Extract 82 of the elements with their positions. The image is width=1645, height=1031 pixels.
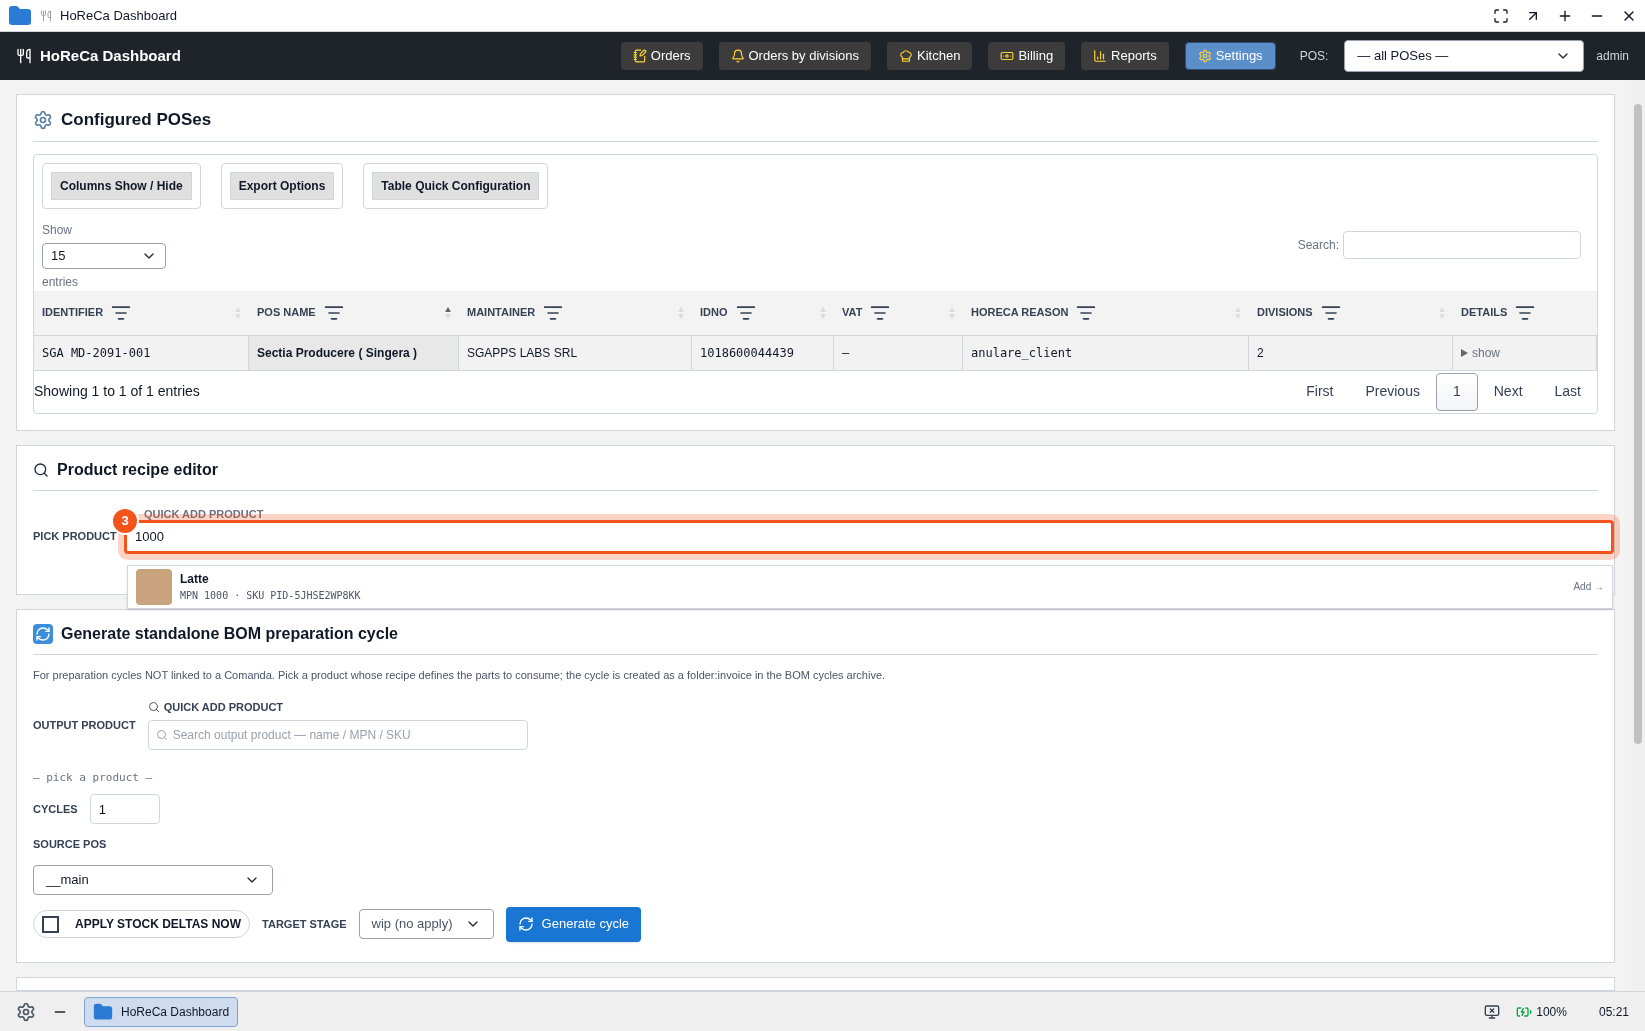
field-label: OUTPUT PRODUCT [33,718,136,733]
fullscreen-icon[interactable] [1493,7,1509,24]
column-header[interactable]: DETAILS [1453,290,1597,335]
nav-button[interactable]: Orders by divisions [718,42,872,70]
refresh-icon [33,623,53,644]
settings-icon[interactable] [16,1001,36,1022]
utensils-icon [16,48,32,64]
toolbar-button[interactable]: Table Quick Configuration [372,171,540,200]
table-cell: 1018600044439 [692,335,834,370]
nav-button[interactable]: Billing [988,42,1066,70]
bell-icon [730,49,745,63]
picked-product-text: — pick a product — [33,769,154,786]
toolbar-button[interactable]: Columns Show / Hide [51,171,192,200]
clock[interactable]: 05:21 [1598,1002,1629,1021]
pos-label: POS: [1299,48,1329,65]
nav-button[interactable]: Kitchen [887,42,973,70]
battery-level: 100% [1536,1003,1567,1021]
toolbar-button[interactable]: Export Options [229,171,335,200]
user-label[interactable]: admin [1596,47,1629,65]
column-header[interactable]: IDENTIFIER [34,290,249,335]
field-label: SOURCE POS [33,837,108,852]
refresh-icon [517,916,534,932]
table-info: Showing 1 to 1 of 1 entries [34,382,200,401]
chef-icon [899,49,914,63]
field-label: CYCLES [33,801,78,817]
entries-label: entries [42,273,80,291]
generate-cycle-button[interactable]: Generate cycle [505,906,641,942]
pos-select[interactable]: — all POSes — [1344,40,1585,72]
folder-icon [8,3,32,28]
window-title: HoReCa Dashboard [60,6,178,25]
nav-button[interactable]: Orders [620,42,703,70]
pagination-button[interactable]: Previous [1349,372,1436,411]
search-label: Search: [1297,236,1339,254]
column-header[interactable]: HORECA REASON [963,290,1249,335]
entries-select[interactable]: 15 [42,242,166,269]
description-text: For preparation cycles NOT linked to a Comanda. Pick a product whose recipe defines the parts to consume; the cycle is created as a folder:invoice in the BOM cycles archive. [33,667,887,683]
output-product-field[interactable]: Search output product — name / MPN / SKU [147,719,528,750]
notepad-icon [632,49,647,63]
settings-icon [1197,49,1212,63]
field-label: TARGET STAGE [262,916,347,932]
banknote-icon [1000,49,1015,63]
photo-placeholder [136,568,172,605]
pagination-button[interactable]: Next [1477,372,1539,411]
pagination-button[interactable]: Last [1538,372,1597,411]
field-label: QUICK ADD PRODUCT [163,700,284,715]
column-header[interactable]: POS NAME [249,290,459,335]
section-title: Configured POSes [61,109,212,131]
cycles-field[interactable]: 1 [89,794,160,824]
search-icon [155,728,168,741]
magnifier-icon [33,461,49,478]
field-label: QUICK ADD PRODUCT [144,506,264,522]
column-header[interactable]: IDNO [692,290,834,335]
bar-chart-icon [1093,49,1108,63]
target-stage-select[interactable]: wip (no apply) [358,909,494,939]
taskbar-app-button[interactable]: HoReCa Dashboard [84,996,239,1027]
expand-triangle-icon [1461,348,1468,357]
sort-icon[interactable] [445,306,451,319]
pagination-button[interactable]: First [1290,372,1350,411]
brand-title[interactable]: HoReCa Dashboard [40,44,181,68]
column-header[interactable]: VAT [834,290,963,335]
show-label: Show [42,221,74,239]
table-cell: 2 [1249,335,1453,370]
folder-icon [93,1001,113,1022]
nav-button[interactable]: Reports [1081,42,1169,70]
source-pos-select[interactable]: __main [33,864,273,895]
table-cell: Sectia Producere ( Singera ) [249,335,459,370]
pagination-button[interactable]: 1 [1435,372,1478,411]
utensils-icon [40,9,52,22]
network-icon[interactable] [1484,1003,1501,1020]
column-header[interactable]: MAINTAINER [459,290,692,335]
table-cell: show [1453,335,1597,370]
search-field[interactable] [1343,230,1581,259]
suggestion-item[interactable]: Latte MPN 1000 · SKU PID-5JHSE2WP8KK Add → [127,564,1613,609]
column-header[interactable]: DIVISIONS [1249,290,1453,335]
table-cell: — [834,335,963,370]
table-cell: anulare_client [963,335,1249,370]
table-cell: SGAPPS LABS SRL [459,335,692,370]
checkbox[interactable] [42,915,59,933]
settings-icon [33,109,53,130]
section-title: Product recipe editor [57,459,218,480]
search-icon [147,701,160,714]
section-title: Generate standalone BOM preparation cycle [61,623,398,644]
